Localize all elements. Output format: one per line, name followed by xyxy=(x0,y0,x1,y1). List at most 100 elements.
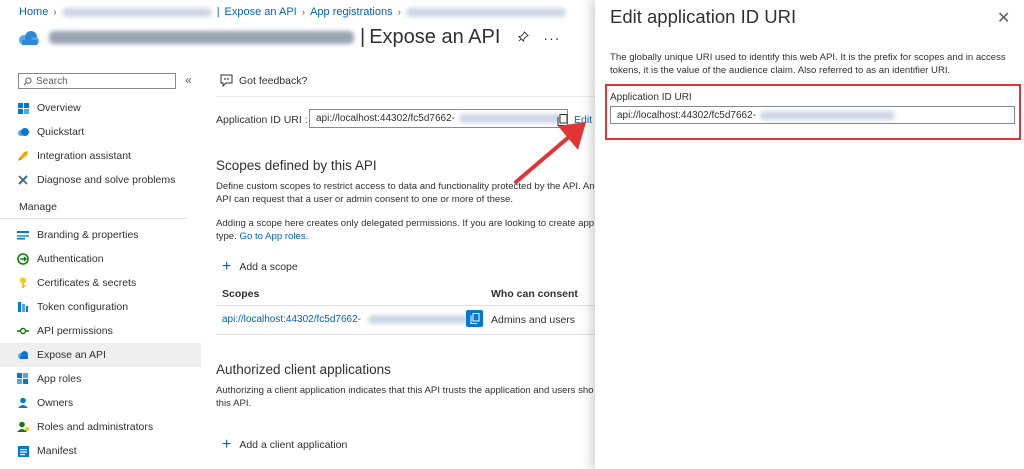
sidebar-item-manifest[interactable]: Manifest xyxy=(0,439,201,463)
redacted-app-name xyxy=(61,7,212,17)
close-icon[interactable]: ✕ xyxy=(997,8,1010,28)
sidebar-item-label: Manifest xyxy=(37,445,77,457)
title-divider: | xyxy=(360,26,366,48)
authorized-clients-heading: Authorized client applications xyxy=(216,362,391,377)
breadcrumb-divider: | xyxy=(216,6,220,18)
key-icon xyxy=(17,277,29,289)
pin-icon[interactable] xyxy=(518,30,530,45)
page-title-row: | Expose an API ··· xyxy=(17,26,560,49)
annotation-arrow xyxy=(514,122,586,184)
quickstart-icon xyxy=(17,126,29,138)
sidebar-item-label: Overview xyxy=(37,102,81,114)
rocket-icon xyxy=(17,150,29,162)
edit-app-id-uri-panel: Edit application ID URI ✕ The globally u… xyxy=(595,0,1024,469)
redacted-guid xyxy=(367,314,468,324)
add-scope-button[interactable]: + Add a scope xyxy=(222,258,298,275)
sidebar-item-overview[interactable]: Overview xyxy=(0,96,201,120)
add-scope-label: Add a scope xyxy=(239,261,298,273)
table-header-scopes: Scopes xyxy=(222,288,260,300)
redacted-app-title xyxy=(49,31,354,44)
breadcrumb-expose-api[interactable]: Expose an API xyxy=(225,6,297,18)
breadcrumb-separator: › xyxy=(53,6,57,18)
feedback-icon xyxy=(220,74,233,87)
sidebar-item-authentication[interactable]: Authentication xyxy=(0,247,201,271)
sidebar-item-label: Owners xyxy=(37,397,74,409)
owners-icon xyxy=(17,397,29,409)
sidebar-item-diagnose[interactable]: Diagnose and solve problems xyxy=(0,168,201,192)
cloud-icon xyxy=(17,349,29,361)
scopes-heading: Scopes defined by this API xyxy=(216,158,377,173)
sidebar-item-app-roles[interactable]: App roles xyxy=(0,367,201,391)
sidebar-item-integration-assistant[interactable]: Integration assistant xyxy=(0,144,201,168)
toolbar-divider xyxy=(216,96,596,97)
add-client-application-button[interactable]: + Add a client application xyxy=(222,436,348,453)
panel-field-value: api://localhost:44302/fc5d7662- xyxy=(617,109,756,121)
roles-icon xyxy=(17,421,29,433)
page-title: Expose an API xyxy=(369,26,501,48)
scope-link[interactable]: api://localhost:44302/fc5d7662- xyxy=(222,314,361,325)
sidebar-item-roles-admins[interactable]: Roles and administrators xyxy=(0,415,201,439)
sidebar-item-certificates[interactable]: Certificates & secrets xyxy=(0,271,201,295)
sidebar-item-label: Branding & properties xyxy=(37,229,139,241)
sidebar-item-token-configuration[interactable]: Token configuration xyxy=(0,295,201,319)
panel-title: Edit application ID URI xyxy=(610,6,797,27)
panel-description: The globally unique URI used to identify… xyxy=(610,52,1006,76)
authorized-clients-description: Authorizing a client application indicat… xyxy=(216,385,594,409)
sidebar-item-label: App roles xyxy=(37,373,82,385)
sidebar-item-label: Token configuration xyxy=(37,301,129,313)
search-placeholder: Search xyxy=(36,75,68,87)
api-permissions-icon xyxy=(17,325,29,337)
overview-icon xyxy=(17,102,29,114)
app-roles-icon xyxy=(17,373,29,385)
table-row-divider xyxy=(216,334,596,335)
sidebar-search-input[interactable]: Search xyxy=(18,73,176,89)
scopes-note: Adding a scope here creates only delegat… xyxy=(216,218,596,243)
sidebar-section-manage: Manage xyxy=(0,192,186,219)
sidebar-nav: Overview Quickstart Integration assistan… xyxy=(0,96,201,463)
breadcrumb-app-registrations[interactable]: App registrations xyxy=(310,6,393,18)
breadcrumb-home[interactable]: Home xyxy=(19,6,48,18)
collapse-sidebar-icon[interactable]: « xyxy=(185,73,192,87)
sidebar-item-api-permissions[interactable]: API permissions xyxy=(0,319,201,343)
wrench-icon xyxy=(17,174,29,186)
sidebar-item-quickstart[interactable]: Quickstart xyxy=(0,120,201,144)
sidebar-item-label: API permissions xyxy=(37,325,113,337)
sidebar-item-branding[interactable]: Branding & properties xyxy=(0,223,201,247)
go-to-app-roles-link[interactable]: Go to App roles. xyxy=(239,231,308,242)
redacted-app-name xyxy=(405,7,566,17)
branding-icon xyxy=(17,229,29,241)
copy-scope-icon[interactable] xyxy=(466,310,483,327)
more-options-icon[interactable]: ··· xyxy=(543,30,560,46)
table-row-scope[interactable]: api://localhost:44302/fc5d7662- xyxy=(222,314,468,325)
feedback-button[interactable]: Got feedback? xyxy=(220,74,307,87)
table-row-consent: Admins and users xyxy=(491,314,576,326)
app-id-uri-input[interactable]: api://localhost:44302/fc5d7662- xyxy=(610,106,1015,124)
panel-field-label: Application ID URI xyxy=(610,92,692,103)
sidebar-item-owners[interactable]: Owners xyxy=(0,391,201,415)
plus-icon: + xyxy=(222,436,232,453)
table-header-consent: Who can consent xyxy=(491,288,578,300)
sidebar-item-label: Roles and administrators xyxy=(37,421,154,433)
authentication-icon xyxy=(17,253,29,265)
app-cloud-icon xyxy=(19,30,39,45)
sidebar-item-label: Expose an API xyxy=(37,349,106,361)
search-icon xyxy=(23,76,32,85)
manifest-icon xyxy=(17,445,29,457)
table-header-divider xyxy=(216,305,596,306)
app-id-uri-label: Application ID URI : xyxy=(216,114,308,126)
redacted-guid xyxy=(760,110,895,120)
sidebar-item-label: Quickstart xyxy=(37,126,85,138)
app-id-uri-value: api://localhost:44302/fc5d7662- xyxy=(316,113,455,124)
plus-icon: + xyxy=(222,258,232,275)
breadcrumb: Home › | Expose an API › App registratio… xyxy=(19,6,566,18)
feedback-label: Got feedback? xyxy=(239,74,308,87)
sidebar-item-label: Certificates & secrets xyxy=(37,277,137,289)
token-icon xyxy=(17,301,29,313)
breadcrumb-separator: › xyxy=(301,6,306,18)
breadcrumb-separator: › xyxy=(397,6,401,18)
sidebar-item-label: Diagnose and solve problems xyxy=(37,174,176,186)
sidebar-item-label: Authentication xyxy=(37,253,104,265)
add-client-label: Add a client application xyxy=(239,439,348,451)
sidebar-item-expose-an-api[interactable]: Expose an API xyxy=(0,343,201,367)
sidebar-item-label: Integration assistant xyxy=(37,150,131,162)
